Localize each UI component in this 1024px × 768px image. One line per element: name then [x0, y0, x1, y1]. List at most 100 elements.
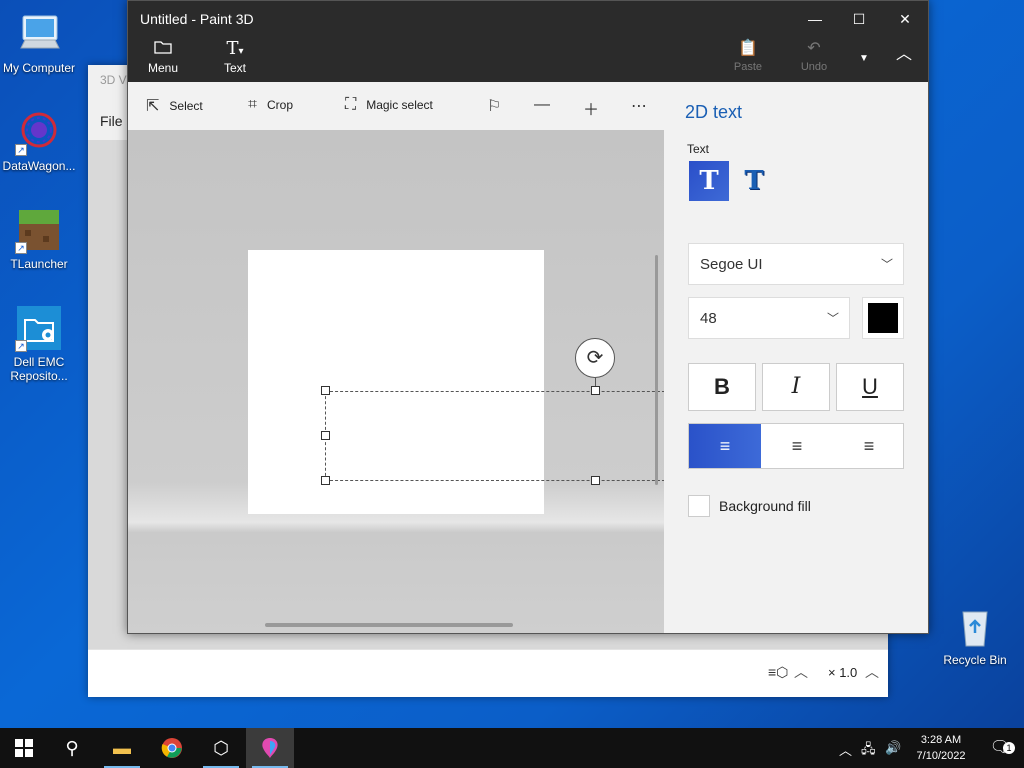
- 3d-text-button[interactable]: T: [734, 161, 774, 201]
- align-right-button[interactable]: ≡: [833, 424, 905, 468]
- volume-icon[interactable]: 🔊: [885, 740, 901, 756]
- clock-date: 7/10/2022: [916, 750, 966, 762]
- background-fill-checkbox[interactable]: [688, 495, 710, 517]
- resize-handle[interactable]: [321, 476, 330, 485]
- collapse-ribbon-button[interactable]: ︿: [890, 45, 918, 67]
- folder-icon: ▬: [113, 738, 131, 758]
- underline-button[interactable]: U: [836, 363, 904, 411]
- windows-logo-icon: [15, 739, 33, 757]
- desktop-icon-datawagon[interactable]: ↗ DataWagon...: [0, 108, 78, 173]
- zoom-level: × 1.0: [828, 665, 858, 680]
- maximize-button[interactable]: ☐: [836, 5, 882, 33]
- chrome-icon: [161, 738, 182, 758]
- datawagon-icon: ↗: [15, 108, 63, 156]
- crop-button[interactable]: ⌗ Crop: [248, 96, 293, 114]
- paste-label: Paste: [733, 61, 763, 73]
- paint3d-window[interactable]: Untitled - Paint 3D — ☐ ✕ Menu T▾ Text 📋…: [127, 0, 929, 634]
- resize-handle[interactable]: [321, 431, 330, 440]
- desktop-icon-tlauncher[interactable]: ↗ TLauncher: [0, 206, 78, 271]
- tool-bar: ⇱ Select ⌗ Crop ⛶ Magic select ⚐ — ＋ ⋯: [128, 82, 664, 130]
- horizontal-scrollbar[interactable]: [265, 623, 513, 627]
- panel-heading: 2D text: [685, 102, 743, 122]
- desktop-icon-dell-emc[interactable]: ↗ Dell EMC Reposito...: [0, 304, 78, 383]
- zoom-out-button[interactable]: —: [534, 96, 550, 114]
- shortcut-arrow-icon: ↗: [15, 242, 27, 254]
- text-tool-button[interactable]: T▾ Text: [218, 38, 252, 76]
- select-button[interactable]: ⇱ Select: [146, 96, 203, 116]
- vertical-scrollbar[interactable]: [655, 255, 658, 485]
- taskbar-3d-viewer[interactable]: ⬡: [197, 728, 245, 768]
- desktop-icon-label: My Computer: [2, 61, 76, 75]
- magic-select-icon: ⛶: [345, 96, 357, 113]
- taskbar-paint3d[interactable]: [246, 728, 294, 768]
- clock[interactable]: 3:28 AM 7/10/2022: [905, 732, 977, 764]
- close-button[interactable]: ✕: [882, 5, 928, 33]
- cube-view-icon[interactable]: ≡⬡: [768, 664, 788, 681]
- recycle-bin-icon: [951, 602, 999, 650]
- chevron-up-icon[interactable]: ︿: [794, 662, 808, 682]
- align-left-button[interactable]: ≡: [689, 424, 761, 468]
- desktop-icon-label: Dell EMC Reposito...: [10, 355, 68, 383]
- taskbar: ⚲ ▬ ⬡ ︿ 🖧 🔊 3:28 AM 7/10/2022 🗨 1: [0, 728, 1024, 768]
- taskbar-file-explorer[interactable]: ▬: [98, 728, 146, 768]
- zoom-in-button[interactable]: ＋: [583, 96, 599, 120]
- desktop-icon-recycle-bin[interactable]: Recycle Bin: [936, 602, 1014, 667]
- resize-handle[interactable]: [591, 386, 600, 395]
- text-box[interactable]: [325, 391, 670, 481]
- paste-button[interactable]: 📋 Paste: [728, 39, 768, 73]
- font-family-dropdown[interactable]: Segoe UI ﹀: [688, 243, 904, 285]
- chevron-up-icon[interactable]: ︿: [865, 662, 879, 682]
- shortcut-arrow-icon: ↗: [15, 340, 27, 352]
- more-icon: ⋯: [631, 98, 647, 115]
- more-options-button[interactable]: ⋯: [631, 96, 647, 116]
- bold-button[interactable]: B: [688, 363, 756, 411]
- italic-button[interactable]: I: [762, 363, 830, 411]
- 2d-text-button[interactable]: T: [689, 161, 729, 201]
- canvas-area[interactable]: ⟳: [128, 130, 670, 633]
- chevron-down-icon: ▼: [859, 53, 869, 64]
- text-type-label: Text: [687, 142, 710, 156]
- chevron-down-icon: ﹀: [880, 257, 893, 272]
- minimize-button[interactable]: —: [792, 5, 838, 33]
- network-icon[interactable]: 🖧: [861, 740, 876, 762]
- undo-button[interactable]: ↶ Undo: [794, 39, 834, 73]
- resize-handle[interactable]: [321, 386, 330, 395]
- desktop-icon-my-computer[interactable]: My Computer: [0, 10, 78, 75]
- menu-button[interactable]: Menu: [146, 39, 180, 75]
- flag-icon: ⚐: [487, 98, 502, 115]
- window-title: 3D Vi: [100, 73, 130, 87]
- tlauncher-icon: ↗: [15, 206, 63, 254]
- view-3d-button[interactable]: ⚐: [487, 96, 501, 116]
- cube-icon: ⬡: [213, 738, 229, 758]
- resize-handle[interactable]: [591, 476, 600, 485]
- desktop-icon-label: DataWagon...: [2, 159, 76, 173]
- plus-icon: ＋: [583, 102, 600, 119]
- search-button[interactable]: ⚲: [48, 728, 96, 768]
- file-menu[interactable]: File: [100, 113, 123, 129]
- status-bar: ≡⬡ ︿ × 1.0 ︿: [88, 649, 888, 697]
- shortcut-arrow-icon: ↗: [15, 144, 27, 156]
- taskbar-chrome[interactable]: [148, 728, 196, 768]
- font-size-dropdown[interactable]: 48 ﹀: [688, 297, 850, 339]
- text-color-swatch[interactable]: [862, 297, 904, 339]
- window-title: Untitled - Paint 3D: [140, 11, 254, 27]
- computer-icon: [15, 10, 63, 58]
- magic-select-label: Magic select: [366, 98, 433, 112]
- font-family-value: Segoe UI: [700, 255, 763, 273]
- rotate-icon[interactable]: ⟳: [575, 338, 615, 378]
- show-hidden-icons-button[interactable]: ︿: [839, 740, 852, 759]
- align-center-button[interactable]: ≡: [761, 424, 833, 468]
- undo-icon: ↶: [807, 40, 821, 57]
- color-fill: [868, 303, 898, 333]
- start-button[interactable]: [0, 728, 48, 768]
- font-size-value: 48: [700, 309, 717, 327]
- notification-center-button[interactable]: 🗨 1: [976, 728, 1024, 768]
- select-label: Select: [169, 99, 203, 113]
- paint3d-icon: [262, 738, 278, 758]
- search-icon: ⚲: [65, 738, 79, 758]
- text-icon: T▾: [226, 38, 244, 59]
- chevron-up-icon: ︿: [895, 46, 912, 63]
- background-fill-label: Background fill: [719, 498, 811, 514]
- history-dropdown-button[interactable]: ▼: [850, 49, 878, 71]
- magic-select-button[interactable]: ⛶ Magic select: [345, 96, 433, 114]
